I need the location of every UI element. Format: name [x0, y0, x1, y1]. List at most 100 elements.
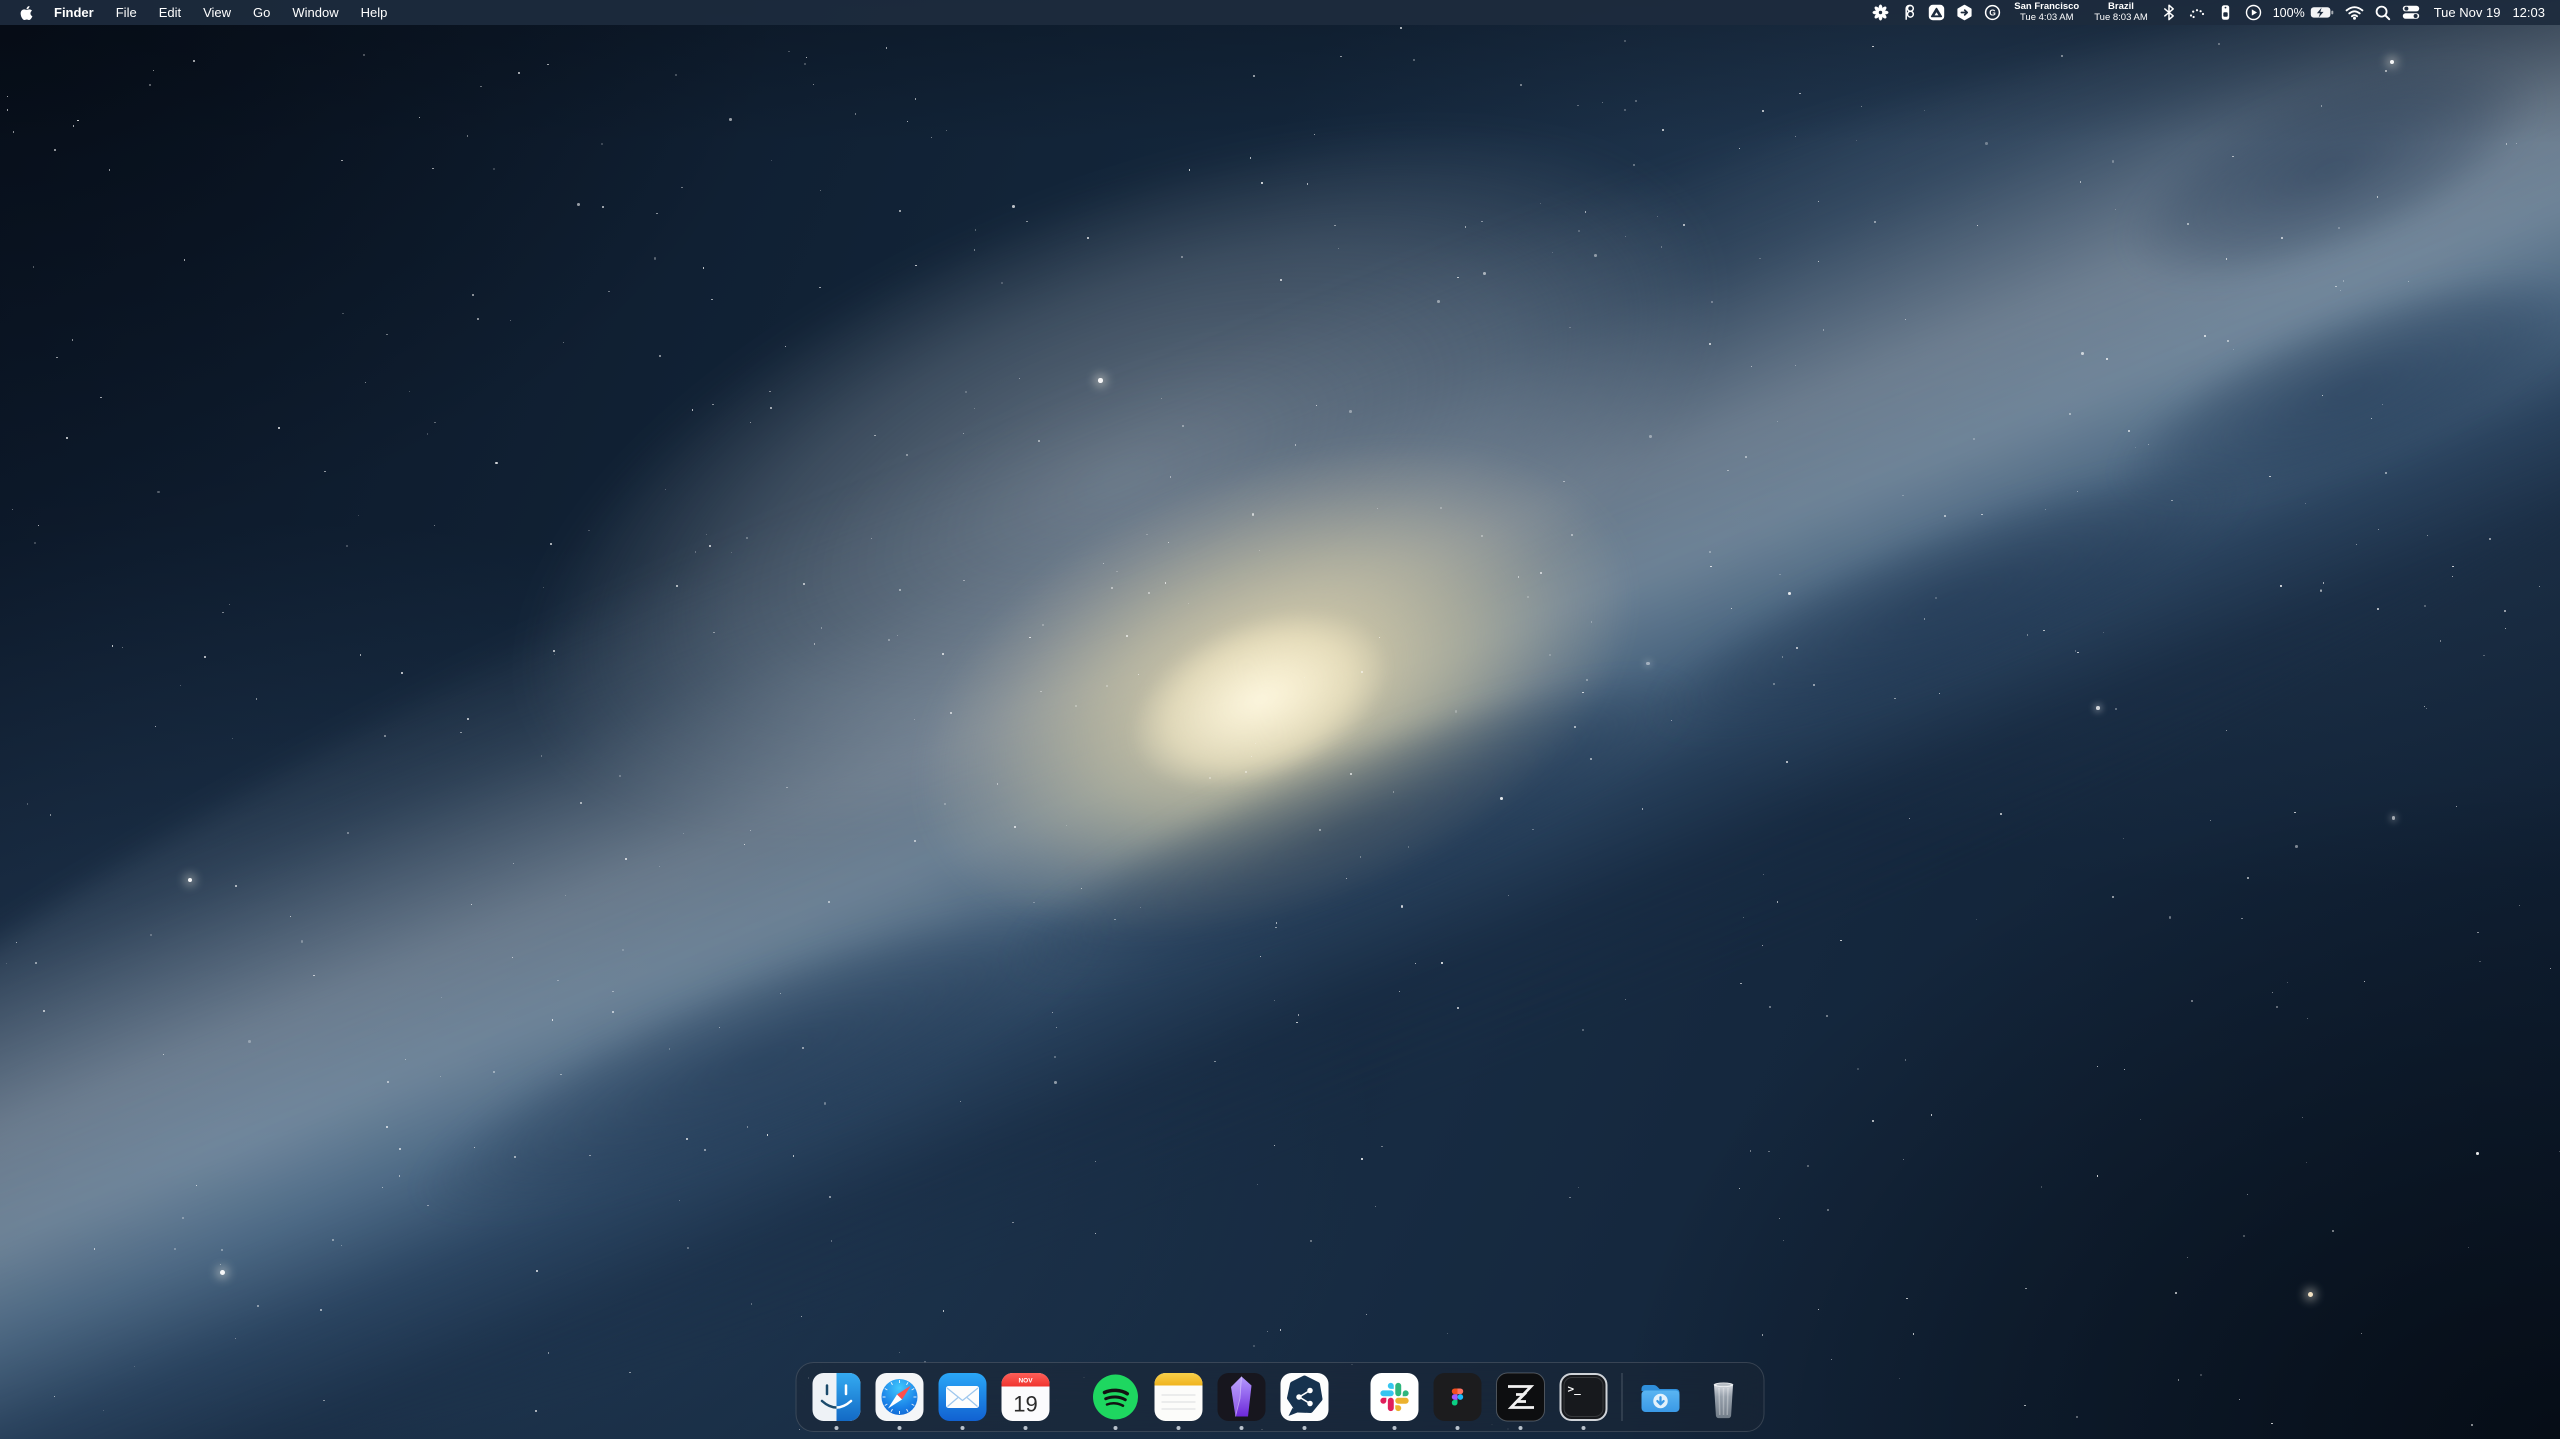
- dust-lane: [2018, 182, 2560, 598]
- control-center-icon: [2402, 5, 2420, 20]
- wallpaper-sky: [0, 0, 2560, 1439]
- battery-charging-icon: [2310, 6, 2334, 19]
- menu-bar: Finder File Edit View Go Window Help: [0, 0, 2560, 25]
- downloads-folder-icon: [1636, 1372, 1686, 1422]
- spotify-icon: [1091, 1372, 1141, 1422]
- running-indicator: [1024, 1426, 1028, 1430]
- dock-item-mail[interactable]: [938, 1372, 988, 1422]
- world-clock-city: San Francisco: [2014, 2, 2079, 13]
- flower-icon: [1872, 4, 1889, 21]
- dock-item-calendar[interactable]: NOV 19: [1001, 1372, 1051, 1422]
- menu-bar-clock[interactable]: Tue Nov 19 12:03: [2434, 5, 2545, 20]
- status-now-playing[interactable]: [2245, 4, 2262, 21]
- menu-window[interactable]: Window: [281, 0, 349, 25]
- world-clock-san-francisco[interactable]: San Francisco Tue 4:03 AM: [2012, 2, 2081, 23]
- share-bubble-app-icon: [1280, 1372, 1330, 1422]
- figma-icon: [1433, 1372, 1483, 1422]
- running-indicator: [1303, 1426, 1307, 1430]
- dust-lane: [2031, 0, 2560, 372]
- menu-bar-time: 12:03: [2512, 5, 2545, 20]
- running-indicator: [1240, 1426, 1244, 1430]
- status-g-circle[interactable]: G: [1984, 4, 2001, 21]
- running-indicator: [1519, 1426, 1523, 1430]
- obsidian-icon: [1217, 1372, 1267, 1422]
- status-wifi[interactable]: [2345, 5, 2364, 20]
- terminal-icon: >_: [1559, 1372, 1609, 1422]
- apple-menu[interactable]: [12, 5, 43, 21]
- dock-item-obsidian[interactable]: [1217, 1372, 1267, 1422]
- menu-view[interactable]: View: [192, 0, 242, 25]
- app-menu-finder[interactable]: Finder: [43, 0, 105, 25]
- apple-icon: [20, 5, 33, 21]
- status-triangle-app[interactable]: [1928, 4, 1945, 21]
- dock-item-slack[interactable]: [1370, 1372, 1420, 1422]
- running-indicator: [1456, 1426, 1460, 1430]
- running-indicator: [1393, 1426, 1397, 1430]
- bluetooth-icon: [2161, 4, 2177, 21]
- starfield: [0, 0, 2560, 1439]
- finder-icon: [812, 1372, 862, 1422]
- menu-file[interactable]: File: [105, 0, 148, 25]
- svg-text:19: 19: [1013, 1392, 1037, 1417]
- dock-item-terminal[interactable]: >_: [1559, 1372, 1609, 1422]
- g-circle-icon: G: [1984, 4, 2001, 21]
- dock: NOV 19: [796, 1362, 1765, 1432]
- galaxy-core: [1065, 544, 1455, 857]
- spotlight-search-icon: [2375, 5, 2391, 21]
- iphone-mirroring-icon: [2217, 4, 2234, 21]
- wifi-icon: [2345, 5, 2364, 20]
- dock-item-notes[interactable]: [1154, 1372, 1204, 1422]
- dock-separator: [1622, 1373, 1623, 1421]
- safari-icon: [875, 1372, 925, 1422]
- menu-help[interactable]: Help: [350, 0, 399, 25]
- dock-item-zed[interactable]: [1496, 1372, 1546, 1422]
- send-bubble-icon: [1956, 4, 1973, 21]
- status-control-center[interactable]: [2402, 5, 2420, 20]
- galaxy-core-glow: [747, 267, 1802, 1112]
- dock-item-downloads[interactable]: [1636, 1372, 1686, 1422]
- now-playing-icon: [2245, 4, 2262, 21]
- dock-item-share-app[interactable]: [1280, 1372, 1330, 1422]
- dock-item-safari[interactable]: [875, 1372, 925, 1422]
- status-iphone-mirroring[interactable]: [2217, 4, 2234, 21]
- menu-bar-date: Tue Nov 19: [2434, 5, 2501, 20]
- running-indicator: [961, 1426, 965, 1430]
- dust-lane: [285, 787, 1235, 1334]
- desktop[interactable]: Finder File Edit View Go Window Help: [0, 0, 2560, 1439]
- triangle-app-icon: [1928, 4, 1945, 21]
- menu-bar-left: Finder File Edit View Go Window Help: [12, 0, 398, 25]
- status-figma[interactable]: [1900, 4, 1917, 21]
- running-indicator: [898, 1426, 902, 1430]
- galaxy-band: [0, 0, 2560, 1439]
- status-spotlight[interactable]: [2375, 5, 2391, 21]
- figma-icon: [1900, 4, 1917, 21]
- status-bluetooth[interactable]: [2161, 4, 2177, 21]
- battery-status[interactable]: 100%: [2273, 6, 2334, 20]
- dots-icon: [2188, 4, 2206, 21]
- menu-edit[interactable]: Edit: [148, 0, 192, 25]
- calendar-icon: NOV 19: [1001, 1372, 1051, 1422]
- dock-spacer: [1343, 1393, 1357, 1401]
- world-clock-time: Tue 8:03 AM: [2094, 13, 2148, 24]
- zed-icon: [1496, 1372, 1546, 1422]
- menu-go[interactable]: Go: [242, 0, 281, 25]
- trash-icon: [1699, 1372, 1749, 1422]
- running-indicator: [1582, 1426, 1586, 1430]
- running-indicator: [835, 1426, 839, 1430]
- svg-text:NOV: NOV: [1018, 1378, 1033, 1385]
- status-send-bubble[interactable]: [1956, 4, 1973, 21]
- world-clock-brazil[interactable]: Brazil Tue 8:03 AM: [2092, 2, 2150, 23]
- dock-item-spotify[interactable]: [1091, 1372, 1141, 1422]
- dock-item-finder[interactable]: [812, 1372, 862, 1422]
- world-clock-time: Tue 4:03 AM: [2020, 13, 2074, 24]
- dust-lane: [1535, 361, 2365, 840]
- running-indicator: [1114, 1426, 1118, 1430]
- dust-lane: [877, 561, 1823, 1099]
- status-dots[interactable]: [2188, 4, 2206, 21]
- dock-spacer: [1064, 1393, 1078, 1401]
- menu-bar-status: G San Francisco Tue 4:03 AM Brazil Tue 8…: [1872, 2, 2545, 23]
- dock-item-trash[interactable]: [1699, 1372, 1749, 1422]
- status-flower[interactable]: [1872, 4, 1889, 21]
- dock-item-figma[interactable]: [1433, 1372, 1483, 1422]
- battery-percent: 100%: [2273, 6, 2305, 20]
